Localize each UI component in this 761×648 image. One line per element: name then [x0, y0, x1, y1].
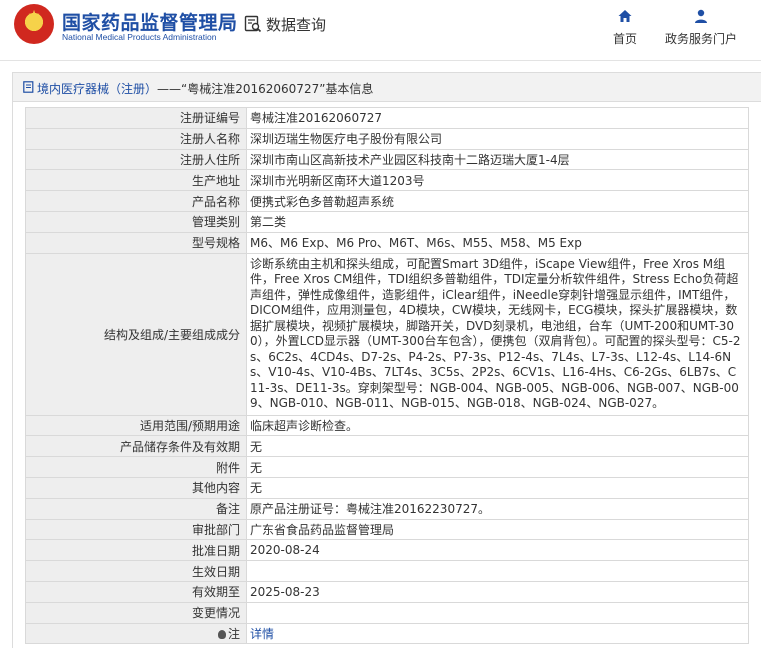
field-label: 注册人住所 — [25, 148, 247, 171]
info-row: 结构及组成/主要组成成分 诊断系统由主机和探头组成，可配置Smart 3D组件，i… — [25, 252, 749, 416]
info-row: 适用范围/预期用途 临床超声诊断检查。 — [25, 414, 749, 437]
field-label: 批准日期 — [25, 539, 247, 562]
field-label: 附件 — [25, 456, 247, 478]
panel-title: 境内医疗器械（注册）——“粤械注准20162060727”基本信息 — [37, 80, 373, 97]
field-value — [246, 601, 749, 624]
field-value: 临床超声诊断检查。 — [246, 414, 749, 437]
field-label: 备注 — [25, 497, 247, 520]
field-value: 深圳市南山区高新技术产业园区科技南十二路迈瑞大厦1-4层 — [246, 148, 749, 171]
field-value: 2020-08-24 — [246, 539, 749, 562]
field-value: 粤械注准20162060727 — [246, 107, 749, 129]
brand-name-cn[interactable]: 国家药品监督管理局 — [62, 8, 238, 35]
field-value: 无 — [246, 476, 749, 499]
field-value: 诊断系统由主机和探头组成，可配置Smart 3D组件，iScape View组件… — [246, 252, 749, 416]
field-value: 深圳迈瑞生物医疗电子股份有限公司 — [246, 127, 749, 150]
note-label-cell: 注 — [25, 622, 247, 645]
field-label: 审批部门 — [25, 518, 247, 541]
nav-home[interactable]: 首页 — [608, 8, 642, 47]
info-row: 变更情况 — [25, 601, 749, 624]
nav-home-label: 首页 — [612, 32, 637, 46]
lightbulb-icon — [217, 629, 226, 639]
field-value: M6、M6 Exp、M6 Pro、M6T、M6s、M55、M58、M5 Exp — [246, 231, 749, 254]
field-value: 无 — [246, 456, 749, 478]
info-row: 注册人住所 深圳市南山区高新技术产业园区科技南十二路迈瑞大厦1-4层 — [25, 148, 749, 171]
national-emblem-logo: ★ — [14, 4, 54, 44]
data-query-label: 数据查询 — [266, 16, 327, 34]
info-row: 有效期至 2025-08-23 — [25, 580, 749, 603]
field-label: 变更情况 — [25, 601, 247, 624]
field-label: 注册人名称 — [25, 127, 247, 150]
field-label: 管理类别 — [25, 210, 247, 233]
home-icon — [618, 10, 632, 22]
info-row: 批准日期 2020-08-24 — [25, 539, 749, 562]
info-table: 注册证编号 粤械注准20162060727 注册人名称 深圳迈瑞生物医疗电子股份有限公… — [25, 107, 749, 645]
panel-title-record: ——“粤械注准20162060727”基本信息 — [157, 82, 374, 96]
field-label: 注册证编号 — [25, 107, 247, 129]
nav-gov-services[interactable]: 政务服务门户 — [660, 8, 742, 47]
info-row: 产品储存条件及有效期无 — [25, 435, 749, 458]
field-value — [246, 560, 749, 582]
panel-title-category: 境内医疗器械（注册） — [37, 82, 158, 96]
field-value: 第二类 — [246, 210, 749, 233]
note-value-cell: 详情 — [246, 622, 749, 645]
field-label: 生产地址 — [25, 169, 247, 192]
nav-gov-services-label: 政务服务门户 — [664, 32, 737, 46]
details-link[interactable]: 详情 — [250, 627, 274, 641]
field-label: 生效日期 — [25, 560, 247, 582]
field-value: 广东省食品药品监督管理局 — [246, 518, 749, 541]
info-row: 审批部门 广东省食品药品监督管理局 — [25, 518, 749, 541]
user-icon — [695, 9, 707, 23]
info-row: 备注 原产品注册证号：粤械注准20162230727。 — [25, 497, 749, 520]
document-icon — [23, 81, 34, 93]
field-value: 原产品注册证号：粤械注准20162230727。 — [246, 497, 749, 520]
info-row: 生产地址 深圳市光明新区南环大道1203号 — [25, 169, 749, 192]
field-value: 2025-08-23 — [246, 580, 749, 603]
info-row: 型号规格 M6、M6 Exp、M6 Pro、M6T、M6s、M55、M58、M5 … — [25, 231, 749, 254]
info-row: 附件无 — [25, 456, 749, 478]
field-value: 便携式彩色多普勒超声系统 — [246, 190, 749, 212]
info-row: 注册人名称 深圳迈瑞生物医疗电子股份有限公司 — [25, 127, 749, 150]
info-row: 注册证编号 粤械注准20162060727 — [25, 107, 749, 129]
field-label: 结构及组成/主要组成成分 — [25, 252, 247, 416]
field-label: 产品储存条件及有效期 — [25, 435, 247, 458]
brand-name-en: National Medical Products Administration — [62, 32, 217, 42]
field-value: 无 — [246, 435, 749, 458]
info-row: 产品名称 便携式彩色多普勒超声系统 — [25, 190, 749, 212]
field-value: 深圳市光明新区南环大道1203号 — [246, 169, 749, 192]
site-header: ★ 国家药品监督管理局 National Medical Products Ad… — [0, 0, 761, 61]
info-row: 生效日期 — [25, 560, 749, 582]
data-query-icon — [244, 15, 262, 33]
field-label: 其他内容 — [25, 476, 247, 499]
info-row: 管理类别 第二类 — [25, 210, 749, 233]
info-row: 其他内容无 — [25, 476, 749, 499]
field-label: 适用范围/预期用途 — [25, 414, 247, 437]
field-label: 有效期至 — [25, 580, 247, 603]
note-row: 注详情 — [25, 622, 749, 645]
field-label: 产品名称 — [25, 190, 247, 212]
note-label: 注 — [227, 626, 240, 641]
field-label: 型号规格 — [25, 231, 247, 254]
panel-header: 境内医疗器械（注册）——“粤械注准20162060727”基本信息 — [13, 73, 761, 102]
detail-panel: 境内医疗器械（注册）——“粤械注准20162060727”基本信息 注册证编号粤… — [12, 72, 761, 648]
